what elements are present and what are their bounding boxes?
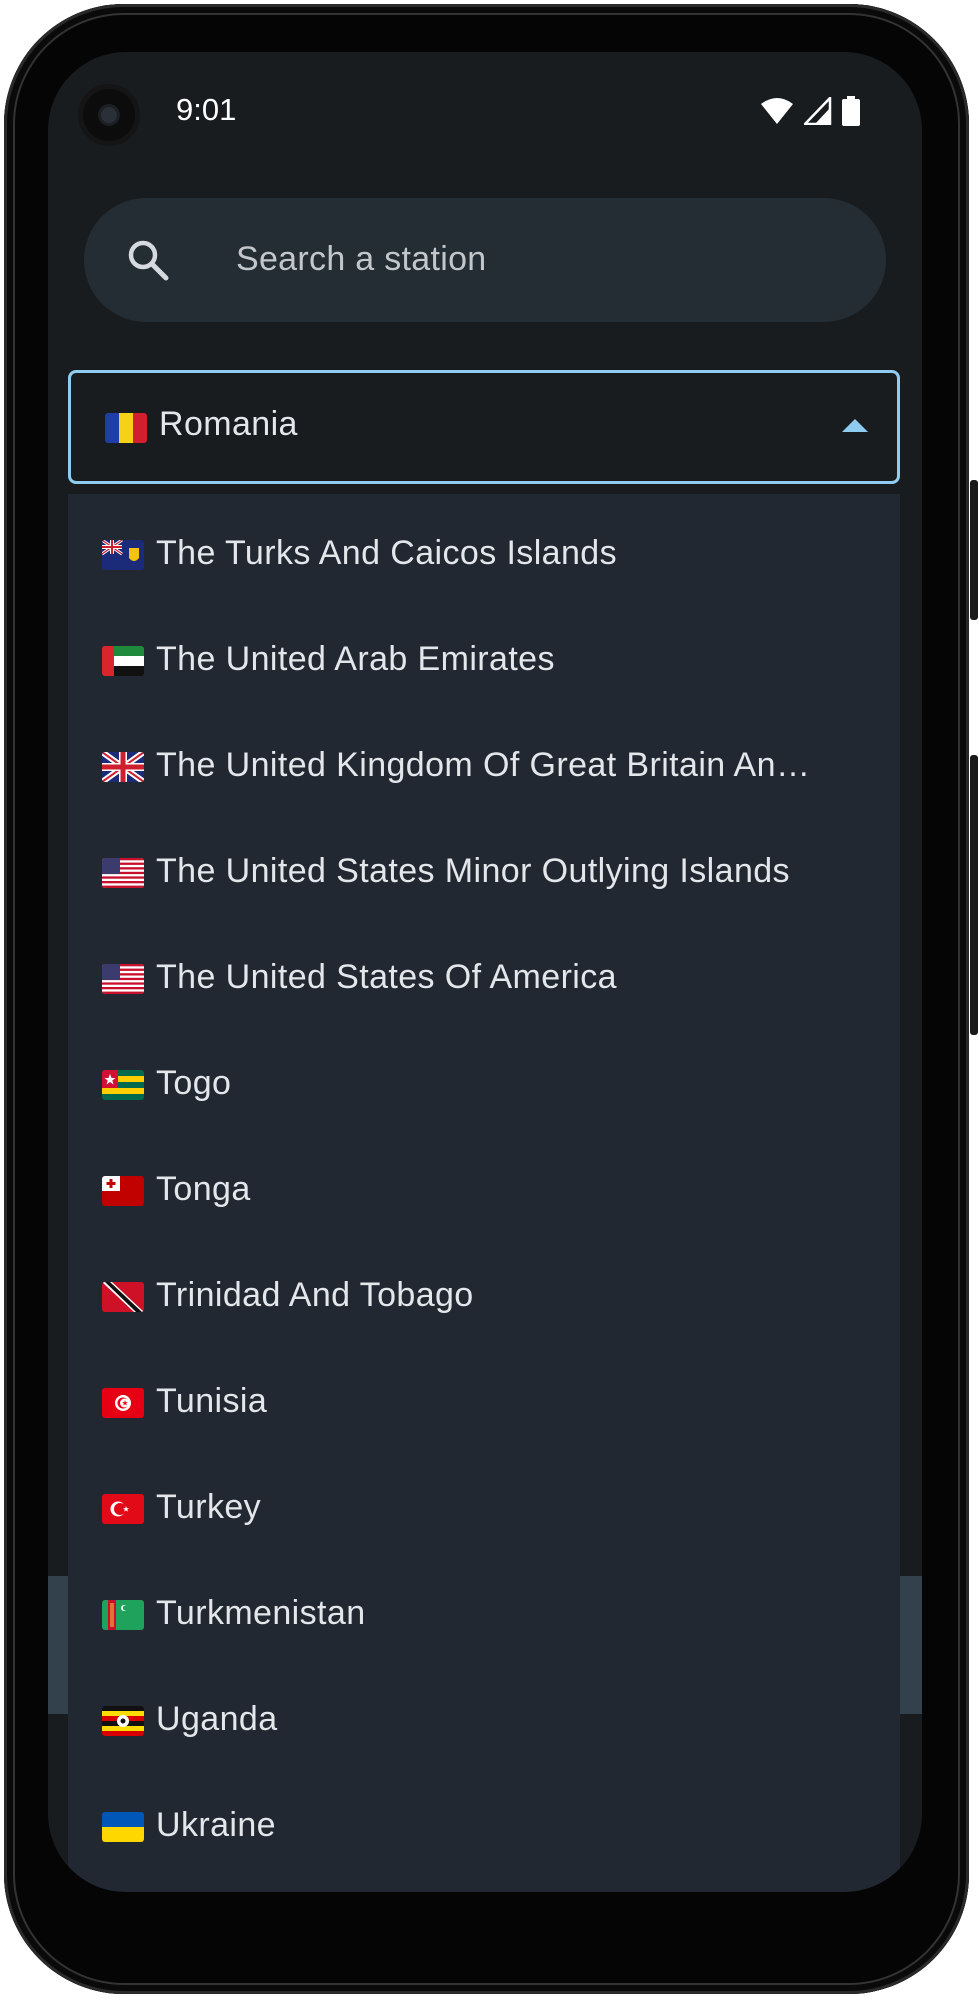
- menu-item-label[interactable]: Ukraine: [156, 1806, 276, 1845]
- flag-romania-icon: [105, 413, 147, 443]
- flag-togo-icon: [102, 1070, 144, 1100]
- flag-tonga-icon: [102, 1176, 144, 1206]
- flag-us-minor-islands-icon: [102, 858, 144, 888]
- menu-item[interactable]: The United States Minor Outlying Islands: [68, 818, 900, 924]
- menu-item-label[interactable]: The United Arab Emirates: [156, 640, 555, 679]
- status-bar: 9:01: [48, 52, 922, 168]
- caret-up-icon[interactable]: [842, 417, 868, 433]
- menu-item[interactable]: Uganda: [68, 1666, 900, 1772]
- menu-item-label[interactable]: Tonga: [156, 1170, 251, 1209]
- menu-item[interactable]: Trinidad And Tobago: [68, 1242, 900, 1348]
- flag-turkey-icon: [102, 1494, 144, 1524]
- battery-icon: [842, 96, 860, 126]
- menu-item-label[interactable]: Turkey: [156, 1488, 261, 1527]
- country-select[interactable]: Romania: [68, 370, 900, 484]
- flag-uganda-icon: [102, 1706, 144, 1736]
- menu-item-label[interactable]: Tunisia: [156, 1382, 267, 1421]
- menu-item-label[interactable]: Uganda: [156, 1700, 278, 1739]
- flag-uae-icon: [102, 646, 144, 676]
- cellular-signal-icon: [804, 97, 832, 125]
- front-camera: [78, 84, 140, 146]
- flag-turks-caicos-icon: [102, 540, 144, 570]
- country-dropdown-menu: The Turks And Caicos Islands The United …: [68, 494, 900, 1892]
- menu-item[interactable]: Turkmenistan: [68, 1560, 900, 1666]
- selected-country-label[interactable]: Romania: [159, 405, 298, 444]
- flag-usa-icon: [102, 964, 144, 994]
- flag-tunisia-icon: [102, 1388, 144, 1418]
- menu-item-label[interactable]: The United States Of America: [156, 958, 617, 997]
- menu-item-label[interactable]: The Turks And Caicos Islands: [156, 534, 617, 573]
- menu-item[interactable]: Togo: [68, 1030, 900, 1136]
- menu-item-label[interactable]: Trinidad And Tobago: [156, 1276, 474, 1315]
- menu-item[interactable]: Turkey: [68, 1454, 900, 1560]
- menu-item[interactable]: The United Arab Emirates: [68, 606, 900, 712]
- menu-item[interactable]: Tunisia: [68, 1348, 900, 1454]
- search-bar[interactable]: Search a station: [84, 198, 886, 322]
- search-icon[interactable]: [126, 238, 170, 282]
- menu-item-label[interactable]: The United Kingdom Of Great Britain An…: [156, 746, 810, 785]
- menu-item[interactable]: The Turks And Caicos Islands: [68, 500, 900, 606]
- menu-item[interactable]: Tonga: [68, 1136, 900, 1242]
- flag-turkmenistan-icon: [102, 1600, 144, 1630]
- flag-uk-icon: [102, 752, 144, 782]
- flag-ukraine-icon: [102, 1812, 144, 1842]
- screen: 9:01 Search a station Romania The Turks …: [48, 52, 922, 1892]
- menu-item-label[interactable]: The United States Minor Outlying Islands: [156, 852, 790, 891]
- status-time: 9:01: [176, 92, 237, 127]
- search-placeholder[interactable]: Search a station: [236, 240, 487, 279]
- menu-item[interactable]: Ukraine: [68, 1772, 900, 1878]
- status-icons: [760, 94, 860, 128]
- volume-button: [970, 755, 978, 1035]
- power-button: [970, 480, 978, 620]
- menu-item[interactable]: The United States Of America: [68, 924, 900, 1030]
- menu-item-label[interactable]: Turkmenistan: [156, 1594, 366, 1633]
- wifi-icon: [761, 98, 793, 124]
- flag-trinidad-tobago-icon: [102, 1282, 144, 1312]
- menu-item-label[interactable]: Togo: [156, 1064, 231, 1103]
- menu-item[interactable]: The United Kingdom Of Great Britain An…: [68, 712, 900, 818]
